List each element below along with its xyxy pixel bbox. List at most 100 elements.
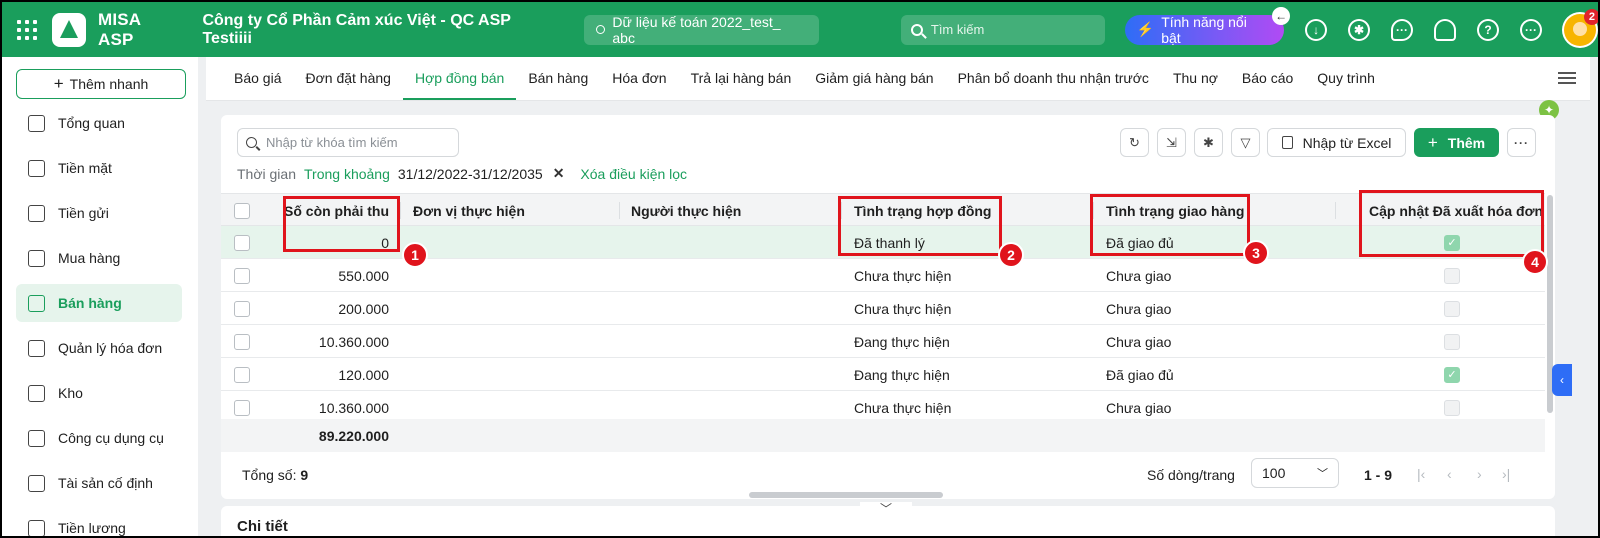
tab-sales-return[interactable]: Trả lại hàng bán <box>679 57 804 100</box>
filter-mode[interactable]: Trong khoảng <box>304 166 390 182</box>
tab-reports[interactable]: Báo cáo <box>1230 57 1305 100</box>
delivery-status-cell: Chưa giao <box>1106 333 1172 350</box>
col-executing-unit[interactable]: Đơn vị thực hiện <box>413 194 525 227</box>
summary-row: 89.220.000 <box>221 419 1545 452</box>
tab-quote[interactable]: Báo giá <box>222 57 293 100</box>
export-icon: ⇲ <box>1166 134 1177 150</box>
gear-icon[interactable]: ✱ <box>1348 18 1371 41</box>
sidebar: + Thêm nhanh Tổng quan Tiền mặt Tiền gửi… <box>2 57 198 536</box>
avatar-face <box>1573 21 1587 36</box>
quick-add-label: Thêm nhanh <box>69 76 149 92</box>
filter-button[interactable]: ▽ <box>1231 128 1260 157</box>
user-avatar[interactable]: 2 <box>1562 8 1598 48</box>
clear-filter-link[interactable]: Xóa điều kiện lọc <box>580 166 687 182</box>
global-search-input[interactable]: Tìm kiếm <box>900 14 1105 45</box>
sidebar-item-tools[interactable]: Công cụ dụng cụ <box>16 419 182 457</box>
tab-sales-discount[interactable]: Giảm giá hàng bán <box>803 57 945 100</box>
sidebar-item-warehouse[interactable]: Kho <box>16 374 182 412</box>
tab-settings-icon[interactable] <box>1558 72 1576 86</box>
total-count: Tổng số: 9 <box>242 467 308 483</box>
more-horizontal-icon[interactable]: ··· <box>1520 18 1542 41</box>
last-page-icon[interactable]: ›| <box>1502 466 1510 482</box>
tab-debt-collection[interactable]: Thu nợ <box>1161 57 1230 100</box>
table-row[interactable]: 10.360.000 Đang thực hiện Chưa giao <box>221 325 1545 358</box>
keyword-search-input[interactable]: Nhập từ khóa tìm kiếm <box>237 128 459 157</box>
next-page-icon[interactable]: › <box>1477 466 1482 482</box>
select-all-checkbox[interactable] <box>234 202 250 219</box>
close-icon[interactable]: ✕ <box>553 165 565 182</box>
sidebar-item-sales[interactable]: Bán hàng <box>16 284 182 322</box>
amount-due-cell: 550.000 <box>338 267 389 284</box>
amount-due-cell: 10.360.000 <box>318 333 389 350</box>
more-options-button[interactable]: ··· <box>1507 128 1536 157</box>
sidebar-item-salary[interactable]: Tiền lương <box>16 509 182 536</box>
invoice-issued-checkbox[interactable] <box>1444 300 1460 317</box>
row-checkbox[interactable] <box>234 234 250 251</box>
tab-deferred-revenue[interactable]: Phân bổ doanh thu nhận trước <box>946 57 1161 100</box>
apps-grid-icon[interactable] <box>16 19 38 41</box>
sidebar-item-cash[interactable]: Tiền mặt <box>16 149 182 187</box>
cash-icon <box>28 159 45 177</box>
chat-icon[interactable]: ··· <box>1391 18 1414 41</box>
arrow-left-icon[interactable]: ← <box>1272 6 1291 25</box>
row-select-cell <box>234 259 250 292</box>
column-divider[interactable] <box>619 202 620 219</box>
database-selector[interactable]: Dữ liệu kế toán 2022_test_ abc <box>584 14 819 46</box>
row-checkbox[interactable] <box>234 333 250 350</box>
row-checkbox[interactable] <box>234 399 250 416</box>
rows-per-page-select[interactable]: 100 ﹀ <box>1251 458 1339 488</box>
sidebar-item-overview[interactable]: Tổng quan <box>16 104 182 142</box>
detail-title: Chi tiết <box>237 518 288 535</box>
warehouse-icon <box>28 384 45 402</box>
invoice-issued-checkbox[interactable]: ✓ <box>1444 366 1460 383</box>
tab-sales-contract[interactable]: Hợp đồng bán <box>402 57 517 100</box>
row-checkbox[interactable] <box>234 366 250 383</box>
help-icon[interactable]: ? <box>1477 18 1500 41</box>
add-button[interactable]: + Thêm <box>1414 128 1499 157</box>
sidebar-item-fixed-assets[interactable]: Tài sản cố định <box>16 464 182 502</box>
annotation-marker: 3 <box>1243 240 1269 266</box>
filter-range[interactable]: 31/12/2022-31/12/2035 <box>398 166 543 182</box>
collapse-toggle[interactable]: ﹀ <box>860 502 912 520</box>
first-page-icon[interactable]: |‹ <box>1417 466 1425 482</box>
column-divider[interactable] <box>400 202 401 219</box>
download-icon[interactable]: ↓ <box>1305 18 1328 41</box>
table-row[interactable]: 200.000 Chưa thực hiện Chưa giao <box>221 292 1545 325</box>
tab-sales-order[interactable]: Đơn đặt hàng <box>293 57 402 100</box>
sidebar-item-purchase[interactable]: Mua hàng <box>16 239 182 277</box>
app-window: MISA ASP Công ty Cổ Phần Cảm xúc Việt - … <box>2 2 1598 536</box>
sidebar-item-deposit[interactable]: Tiền gửi <box>16 194 182 232</box>
invoice-issued-checkbox[interactable] <box>1444 333 1460 350</box>
row-checkbox[interactable] <box>234 267 250 284</box>
horizontal-scrollbar[interactable] <box>749 492 943 498</box>
refresh-button[interactable]: ↻ <box>1120 128 1149 157</box>
misa-logo[interactable] <box>51 12 86 47</box>
quick-add-button[interactable]: + Thêm nhanh <box>16 69 186 99</box>
row-checkbox[interactable] <box>234 300 250 317</box>
tab-sales[interactable]: Bán hàng <box>516 57 600 100</box>
featured-features-button[interactable]: ⚡ Tính năng nổi bật ← <box>1124 6 1291 46</box>
module-tabs: Báo giá Đơn đặt hàng Hợp đồng bán Bán hà… <box>206 57 1598 101</box>
prev-page-icon[interactable]: ‹ <box>1447 466 1452 482</box>
bell-icon[interactable] <box>1434 18 1457 41</box>
sidebar-item-label: Tiền lương <box>58 520 126 536</box>
annotation-box <box>1090 194 1250 256</box>
refresh-icon: ↻ <box>1129 134 1140 150</box>
invoice-issued-checkbox[interactable] <box>1444 399 1460 416</box>
invoice-issued-checkbox[interactable] <box>1444 267 1460 284</box>
rows-per-page-label: Số dòng/trang <box>1147 467 1235 483</box>
column-divider[interactable] <box>1335 202 1336 219</box>
tab-workflow[interactable]: Quy trình <box>1305 57 1387 100</box>
settings-button[interactable]: ✱ <box>1194 128 1223 157</box>
col-executor[interactable]: Người thực hiện <box>631 194 741 227</box>
row-select-cell <box>234 325 250 358</box>
tab-invoice[interactable]: Hóa đơn <box>600 57 678 100</box>
company-name[interactable]: Công ty Cổ Phần Cảm xúc Việt - QC ASP Te… <box>202 12 564 48</box>
import-excel-button[interactable]: Nhập từ Excel <box>1267 128 1406 157</box>
table-row[interactable]: 120.000 Đang thực hiện Đã giao đủ ✓ <box>221 358 1545 391</box>
annotation-marker: 2 <box>998 242 1024 268</box>
sidebar-item-invoices[interactable]: Quản lý hóa đơn <box>16 329 182 367</box>
page-scrollbar[interactable] <box>1590 57 1598 536</box>
export-button[interactable]: ⇲ <box>1157 128 1186 157</box>
side-panel-toggle[interactable]: ‹ <box>1552 364 1572 396</box>
